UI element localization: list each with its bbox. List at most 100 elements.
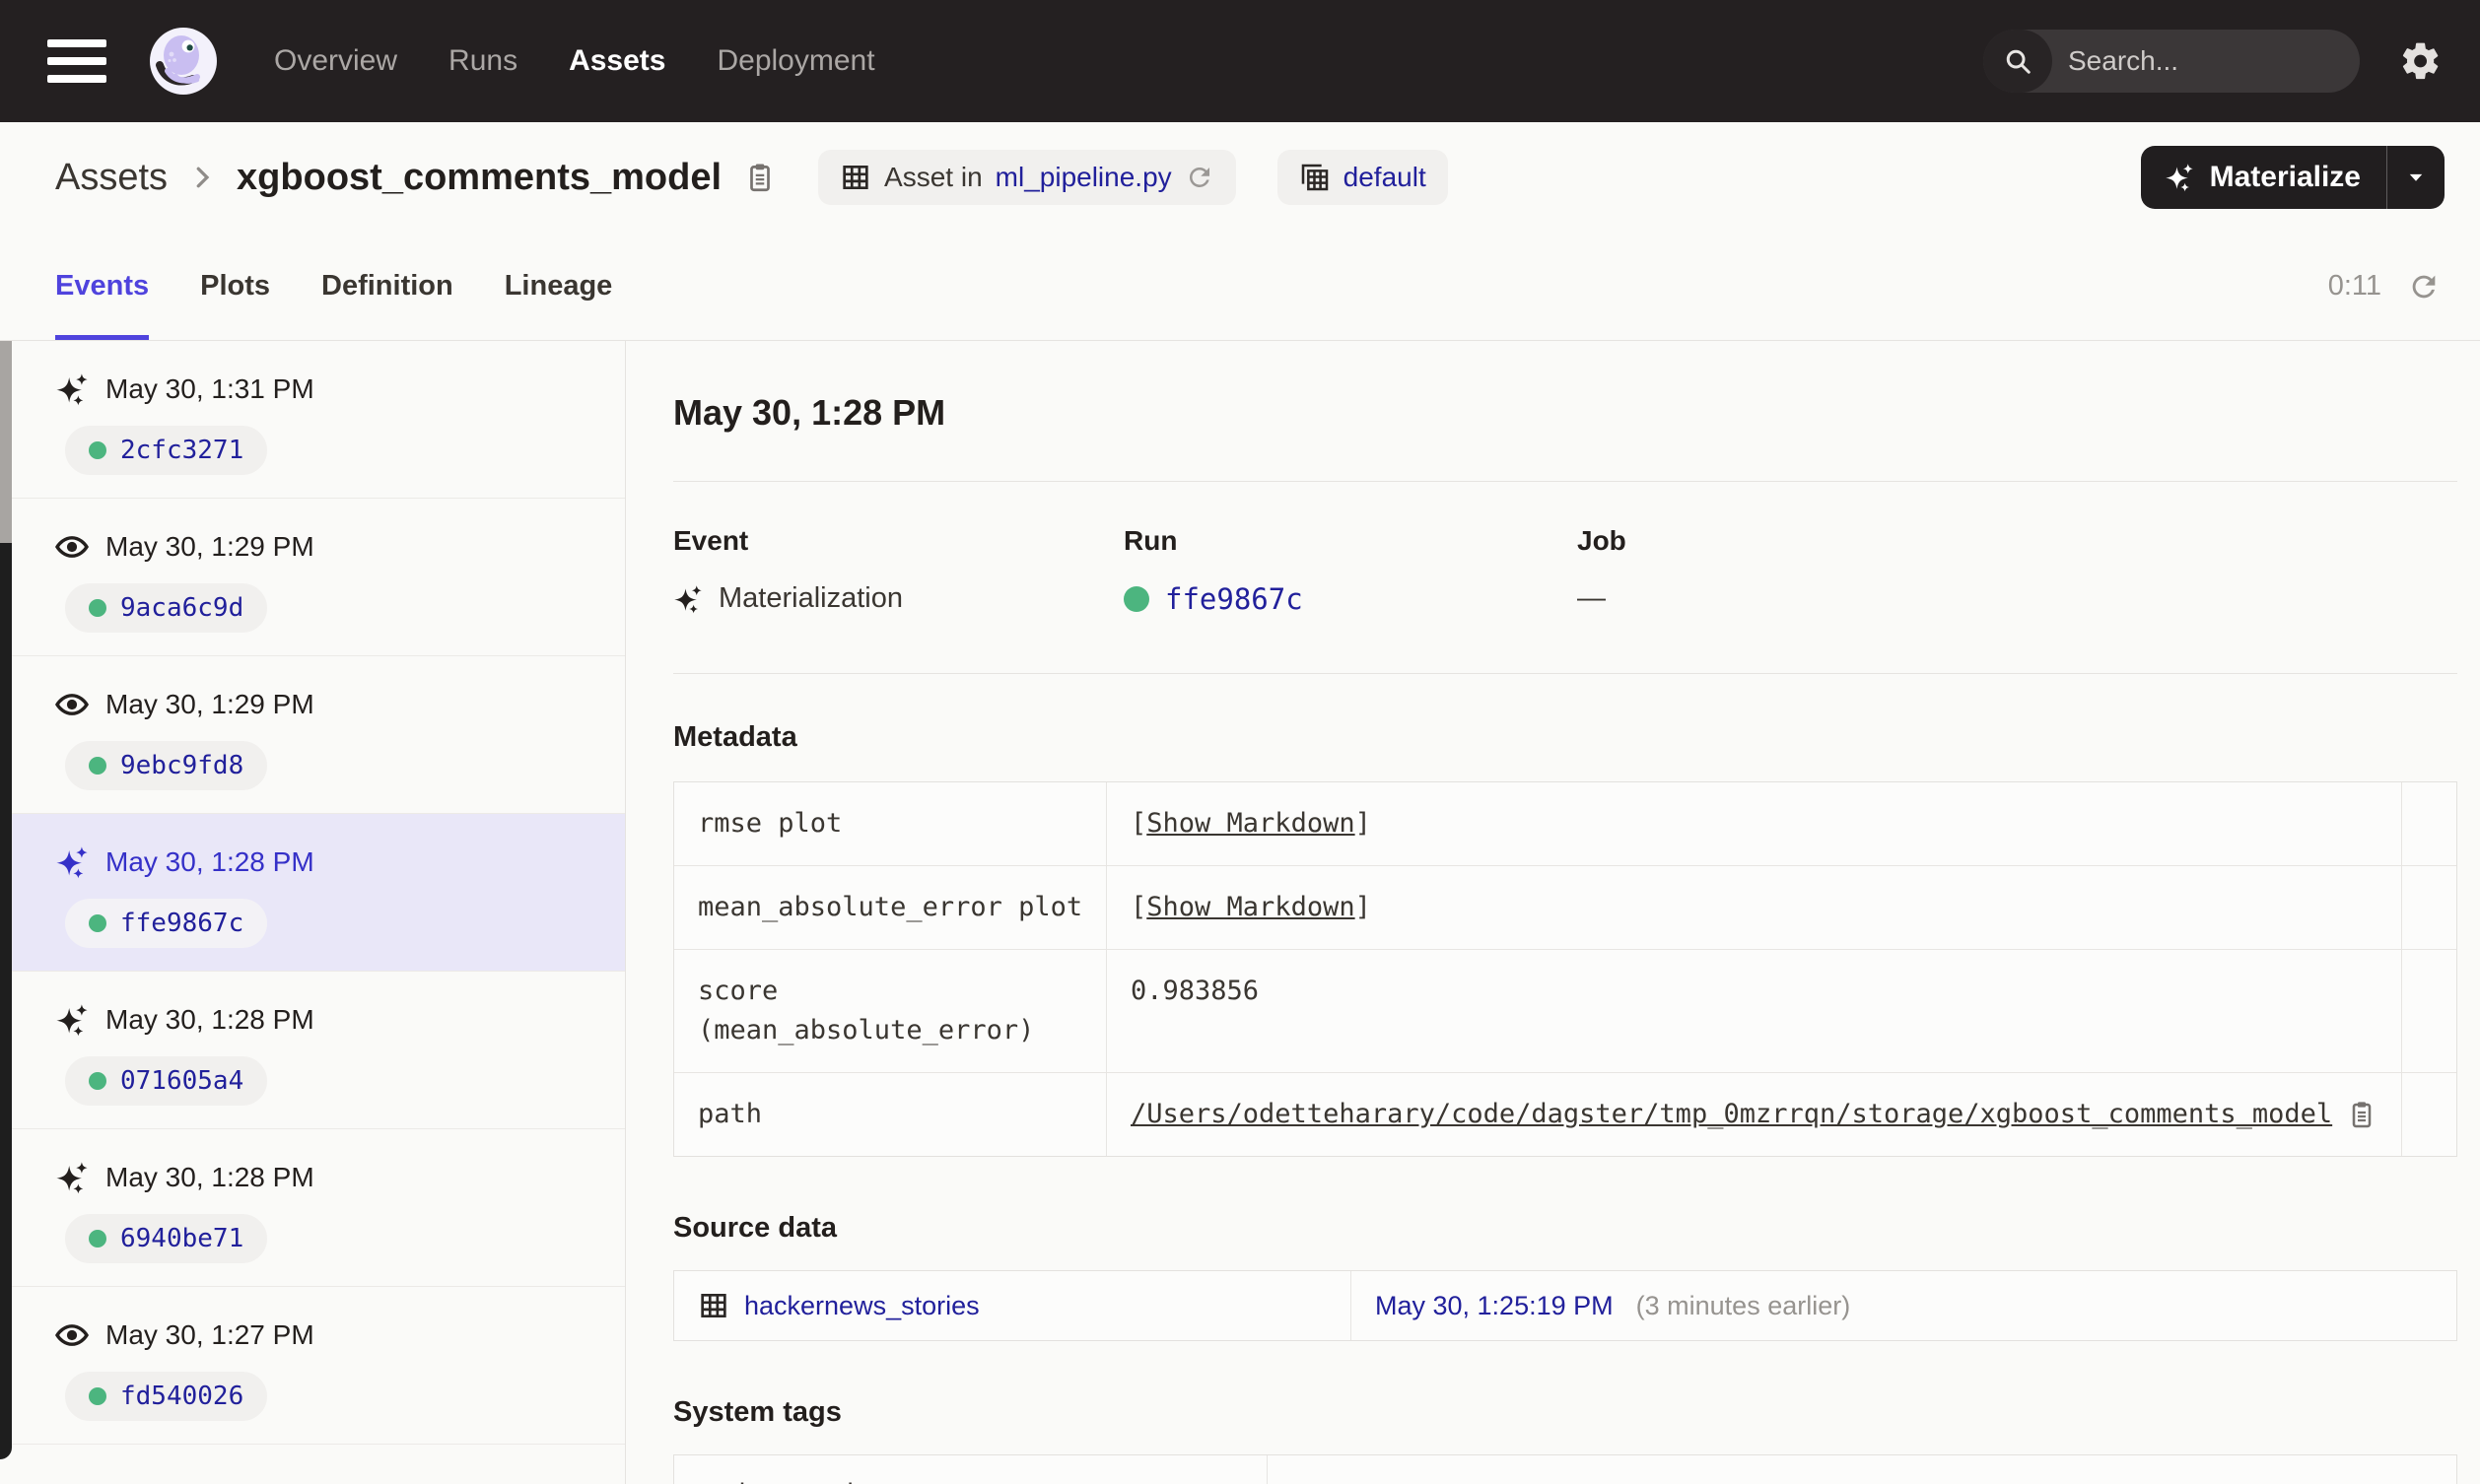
path-link[interactable]: /Users/odetteharary/code/dagster/tmp_0mz… [1131, 1095, 2332, 1134]
run-status-dot [89, 1230, 106, 1248]
nav-item-overview[interactable]: Overview [274, 44, 397, 78]
nav-item-assets[interactable]: Assets [569, 44, 665, 78]
breadcrumb-assets-link[interactable]: Assets [55, 157, 168, 199]
system-tags-table: code_version ffe9867c-ec9c-4f06-939c-f8d… [673, 1454, 2458, 1484]
search-bar[interactable]: / [1983, 30, 2360, 93]
refresh-icon[interactable] [2407, 270, 2441, 304]
event-column-label: Event [673, 525, 749, 556]
run-link[interactable]: ffe9867c [65, 899, 268, 948]
materialization-icon [673, 584, 703, 614]
event-type-value: Materialization [719, 582, 903, 614]
table-row: rmse plot [Show Markdown] [674, 782, 2456, 865]
event-detail-title: May 30, 1:28 PM [673, 392, 946, 433]
run-id: 071605a4 [120, 1066, 244, 1096]
materialize-dropdown-button[interactable] [2387, 146, 2445, 209]
metadata-key: score (mean_absolute_error) [674, 950, 1107, 1072]
table-gutter [2402, 1073, 2456, 1156]
source-data-table: hackernews_stories May 30, 1:25:19 PM (3… [673, 1270, 2458, 1341]
list-item[interactable]: May 30, 1:29 PM 9aca6c9d [12, 499, 625, 656]
materialize-button[interactable]: Materialize [2141, 146, 2386, 209]
code-location-badge[interactable]: Asset in ml_pipeline.py [818, 150, 1236, 205]
materialize-split-button[interactable]: Materialize [2140, 146, 2445, 209]
run-link[interactable]: 6940be71 [65, 1214, 268, 1263]
nav-item-runs[interactable]: Runs [448, 44, 517, 78]
materialization-icon [55, 372, 89, 406]
event-summary: Event Materialization Run ffe9867c Job — [673, 525, 2457, 616]
group-grid-icon [1299, 162, 1331, 193]
job-column-label: Job [1577, 525, 1626, 556]
asset-tabs-bar: Events Plots Definition Lineage 0:11 [0, 233, 2480, 341]
divider [673, 481, 2458, 482]
list-item[interactable]: May 30, 1:28 PM 6940be71 [12, 1129, 625, 1287]
observation-eye-icon [55, 1318, 89, 1352]
list-item[interactable]: May 30, 1:28 PM 071605a4 [12, 972, 625, 1129]
source-timestamp-link[interactable]: May 30, 1:25:19 PM [1375, 1291, 1614, 1321]
tab-definition[interactable]: Definition [321, 233, 453, 340]
tag-key: code_version [674, 1455, 1268, 1484]
gear-icon[interactable] [2399, 39, 2443, 83]
bracket: [ [1131, 892, 1147, 922]
run-link[interactable]: 9ebc9fd8 [65, 741, 268, 790]
run-link[interactable]: 071605a4 [65, 1056, 268, 1106]
table-row: path /Users/odetteharary/code/dagster/tm… [674, 1072, 2457, 1156]
search-icon[interactable] [1983, 30, 2052, 93]
run-id: fd540026 [120, 1382, 244, 1411]
run-status-dot [89, 914, 106, 932]
run-status-dot [89, 599, 106, 617]
run-link[interactable]: 9aca6c9d [65, 583, 268, 633]
bracket: ] [1354, 808, 1371, 839]
list-item[interactable]: May 30, 1:31 PM 2cfc3271 [12, 341, 625, 499]
bracket: [ [1131, 808, 1147, 839]
menu-icon[interactable] [47, 37, 110, 85]
metadata-heading: Metadata [673, 721, 797, 753]
event-time: May 30, 1:28 PM [105, 1162, 314, 1192]
materialization-icon [55, 1161, 89, 1194]
event-list: May 30, 1:31 PM 2cfc3271 May 30, 1:29 PM… [12, 341, 626, 1484]
event-time: May 30, 1:29 PM [105, 531, 314, 562]
bracket: ] [1354, 892, 1371, 922]
reload-location-icon[interactable] [1185, 163, 1214, 192]
tab-events[interactable]: Events [55, 233, 150, 340]
list-item[interactable]: May 30, 1:29 PM 9ebc9fd8 [12, 656, 625, 814]
copy-path-icon[interactable] [2346, 1099, 2377, 1130]
show-markdown-link[interactable]: Show Markdown [1146, 808, 1354, 839]
metadata-key: rmse plot [674, 782, 1107, 865]
materialization-icon [55, 1003, 89, 1037]
chevron-down-icon [2401, 163, 2431, 192]
asset-group-badge[interactable]: default [1276, 150, 1448, 205]
run-link[interactable]: 2cfc3271 [65, 426, 268, 475]
top-app-bar: Overview Runs Assets Deployment / [0, 0, 2480, 122]
list-item[interactable]: May 30, 1:27 PM fd540026 [12, 1287, 625, 1445]
event-time: May 30, 1:31 PM [105, 373, 314, 404]
chevron-right-icon [187, 163, 217, 192]
asset-header: Assets xgboost_comments_model Asset in m… [0, 122, 2480, 233]
source-asset-link[interactable]: hackernews_stories [744, 1291, 980, 1321]
dagster-logo[interactable] [146, 24, 221, 99]
tab-lineage[interactable]: Lineage [505, 233, 613, 340]
list-item-selected[interactable]: May 30, 1:28 PM ffe9867c [12, 814, 625, 972]
table-gutter [2402, 782, 2456, 865]
event-time: May 30, 1:29 PM [105, 689, 314, 719]
nav-item-deployment[interactable]: Deployment [717, 44, 874, 78]
run-status-dot [1124, 586, 1149, 612]
run-id: 9ebc9fd8 [120, 751, 244, 780]
metadata-key: path [674, 1073, 1107, 1156]
copy-asset-name-icon[interactable] [743, 161, 777, 194]
asset-tabs: Events Plots Definition Lineage [55, 233, 612, 340]
run-link[interactable]: ffe9867c [1165, 582, 1303, 616]
refresh-countdown: 0:11 [2327, 270, 2381, 302]
job-value: — [1577, 582, 1606, 614]
tab-plots[interactable]: Plots [200, 233, 270, 340]
observation-eye-icon [55, 530, 89, 564]
materialize-label: Materialize [2209, 161, 2361, 193]
table-row: code_version ffe9867c-ec9c-4f06-939c-f8d… [674, 1455, 2456, 1484]
code-location-link[interactable]: ml_pipeline.py [996, 162, 1172, 193]
tag-value: ffe9867c-ec9c-4f06-939c-f8dc830c0962 [1268, 1455, 2456, 1484]
background-window-edge [0, 341, 12, 1484]
asset-group-link[interactable]: default [1343, 162, 1426, 193]
search-input[interactable] [2052, 45, 2360, 77]
run-id: ffe9867c [120, 909, 244, 938]
show-markdown-link[interactable]: Show Markdown [1146, 892, 1354, 922]
run-link[interactable]: fd540026 [65, 1372, 268, 1421]
table-grid-icon [840, 162, 871, 193]
